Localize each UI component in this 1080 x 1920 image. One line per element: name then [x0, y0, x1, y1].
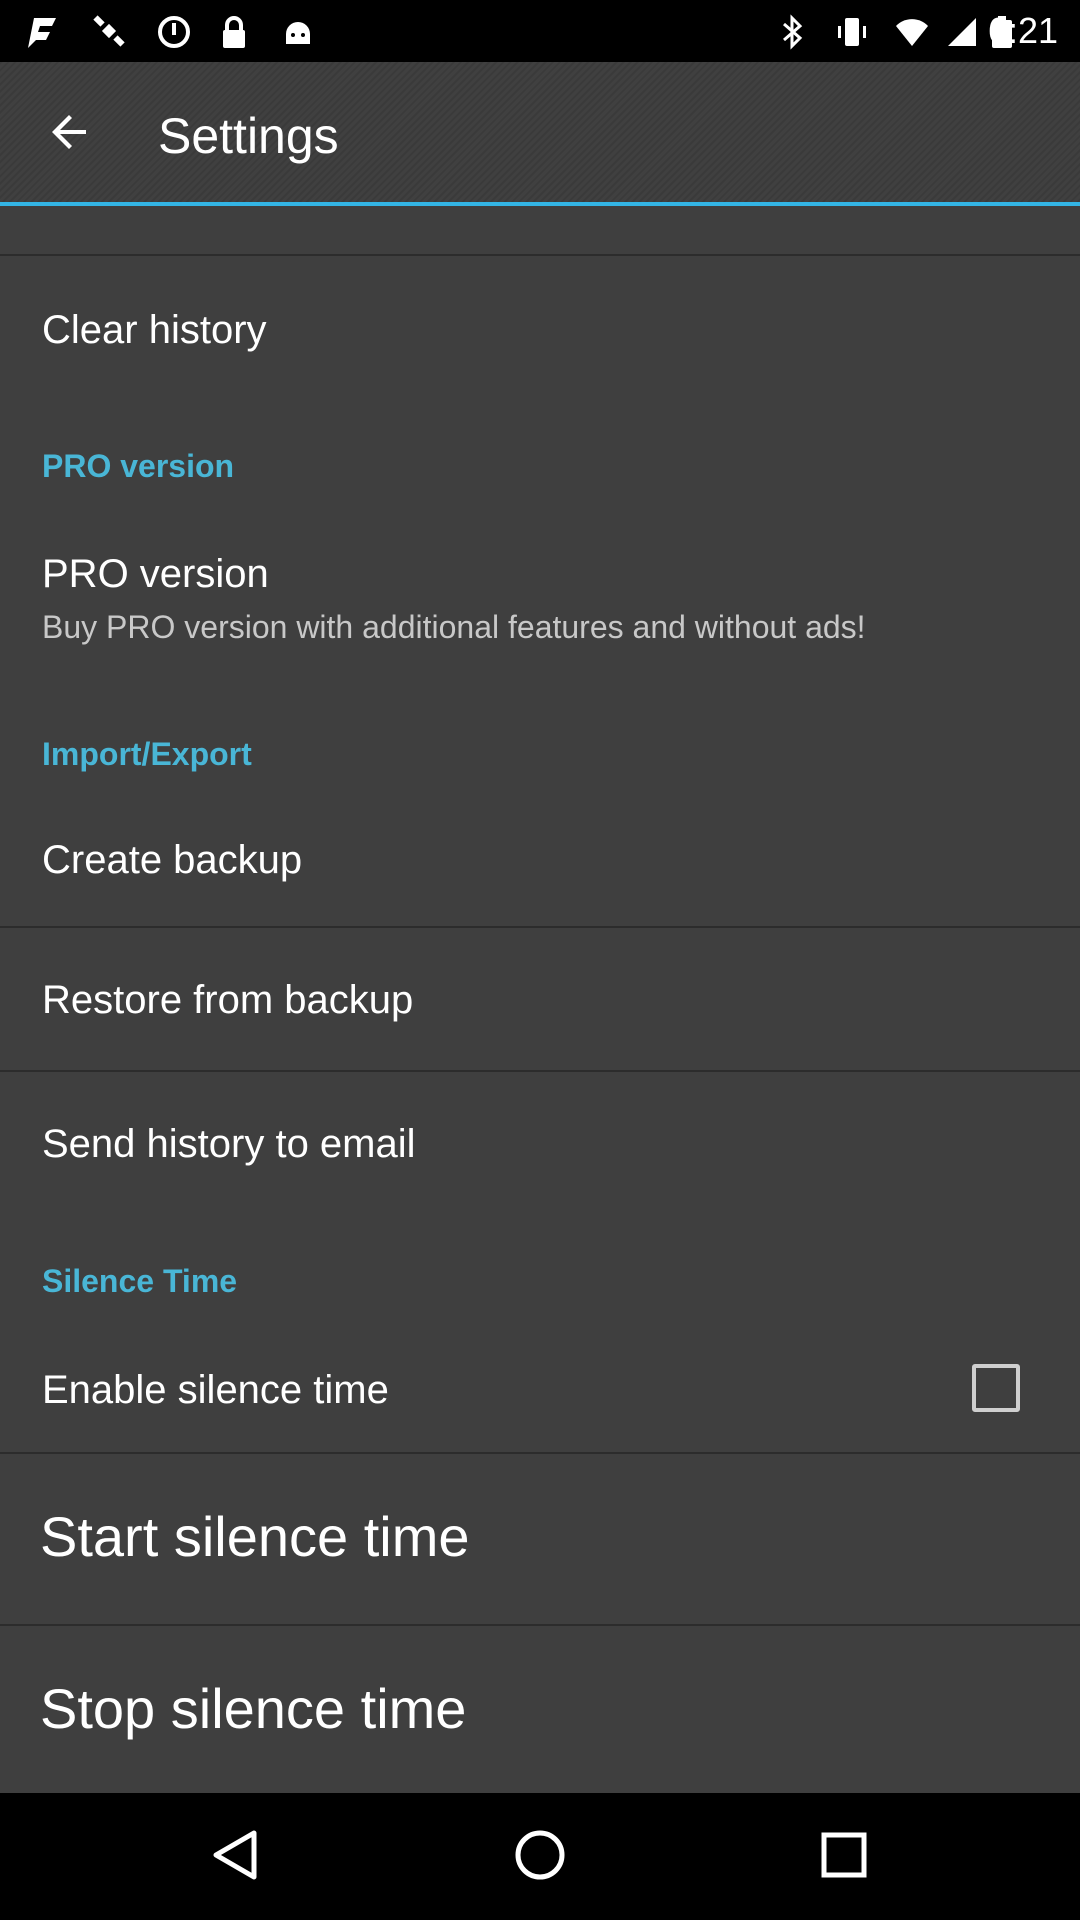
bluetooth-icon: [774, 14, 810, 50]
enable-silence-checkbox[interactable]: [972, 1364, 1020, 1412]
pro-version-item[interactable]: PRO version Buy PRO version with additio…: [0, 516, 1080, 716]
arrow-back-icon: [46, 108, 94, 161]
create-backup-label: Create backup: [42, 838, 303, 882]
stop-silence-label: Stop silence time: [40, 1677, 467, 1740]
clock: 6:21: [987, 10, 1058, 51]
satellite-icon: [92, 14, 128, 50]
pro-version-summary: Buy PRO version with additional features…: [42, 609, 866, 645]
clear-history-label: Clear history: [42, 308, 267, 352]
send-history-item[interactable]: Send history to email: [0, 1072, 1080, 1212]
send-history-label: Send history to email: [42, 1122, 416, 1166]
restore-backup-item[interactable]: Restore from backup: [0, 928, 1080, 1070]
back-button[interactable]: [30, 102, 110, 166]
section-header-pro: PRO version: [42, 448, 235, 484]
stop-silence-item[interactable]: Stop silence time: [0, 1626, 1080, 1793]
nav-home-icon: [512, 1827, 568, 1888]
android-icon: [280, 14, 316, 50]
settings-list[interactable]: Clear history PRO version PRO version Bu…: [0, 206, 1080, 1793]
lock-icon: [216, 14, 252, 50]
nav-home-button[interactable]: [504, 1821, 576, 1893]
clear-history-item[interactable]: Clear history: [0, 256, 1080, 396]
page-title: Settings: [158, 108, 339, 164]
status-bar: 6:21: [0, 0, 1080, 62]
signal-icon: [944, 14, 980, 50]
vibrate-icon: [834, 14, 870, 50]
pro-version-title: PRO version: [42, 552, 269, 596]
section-header-import-export: Import/Export: [42, 736, 252, 772]
nav-recents-button[interactable]: [808, 1821, 880, 1893]
section-header-silence: Silence Time: [42, 1263, 238, 1299]
nav-back-icon: [208, 1827, 264, 1888]
navigation-bar: [0, 1793, 1080, 1920]
wifi-icon: [894, 14, 930, 50]
nav-back-button[interactable]: [200, 1821, 272, 1893]
action-bar: Settings: [0, 62, 1080, 206]
enable-silence-label: Enable silence time: [42, 1368, 389, 1412]
start-silence-label: Start silence time: [40, 1505, 470, 1568]
start-silence-item[interactable]: Start silence time: [0, 1454, 1080, 1622]
sync-icon: [156, 14, 192, 50]
restore-backup-label: Restore from backup: [42, 978, 414, 1022]
nav-recents-icon: [816, 1827, 872, 1888]
fake-gps-icon: [26, 14, 62, 50]
